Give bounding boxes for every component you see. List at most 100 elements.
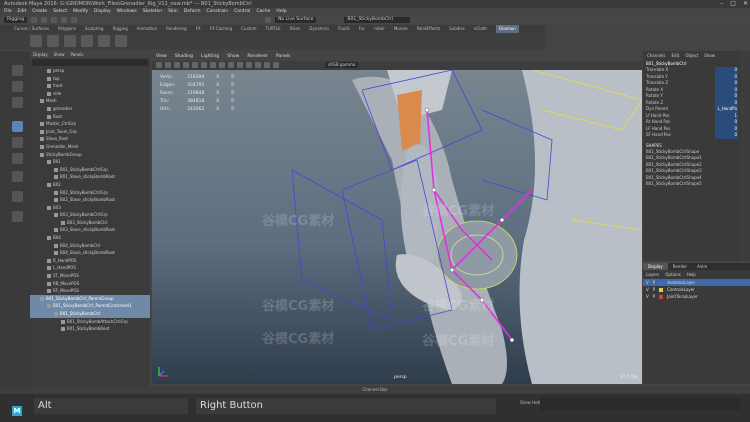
shelf-tool-icon[interactable] (81, 35, 93, 47)
shelf-tab[interactable]: TURTLE (265, 25, 280, 33)
outliner-item[interactable]: B02_Slave_stickyBombRoot (30, 196, 150, 204)
paint-tool-icon[interactable] (12, 97, 23, 108)
menu-skin[interactable]: Skin (168, 8, 178, 16)
live-surface-field[interactable]: No Live Surface (275, 17, 317, 23)
menu-create[interactable]: Create (32, 8, 47, 16)
shelf-tool-icon[interactable] (98, 35, 110, 47)
shape-item[interactable]: B01_StickyBombCtrlShape5 (643, 181, 741, 188)
shelf-tool-icon[interactable] (64, 35, 76, 47)
move-tool-icon[interactable] (12, 121, 23, 132)
new-scene-icon[interactable] (31, 17, 38, 23)
scale-tool-icon[interactable] (12, 153, 23, 164)
object-name-field[interactable]: B01_StickyBombCtrl (344, 17, 411, 23)
layer-color-swatch[interactable] (659, 287, 664, 292)
playback-toggle[interactable]: P (653, 293, 655, 300)
shelf-tab[interactable]: Sculpting (85, 25, 104, 33)
visibility-toggle[interactable]: V (646, 286, 649, 293)
outliner-item[interactable]: B03 (30, 204, 150, 212)
outliner-item[interactable]: Slave_Root (30, 135, 150, 143)
menu-control[interactable]: Control (234, 8, 250, 16)
outliner-item[interactable]: L_HandPOS (30, 264, 150, 272)
visibility-toggle[interactable]: V (646, 293, 649, 300)
outliner-item[interactable]: B01_StickyBombCtrl_ParentConstraint1 (30, 302, 150, 310)
outliner-menu-item[interactable]: Show (54, 51, 65, 58)
outliner-item[interactable]: Mesh (30, 97, 150, 105)
outliner-item[interactable]: side (30, 90, 150, 98)
outliner-item[interactable]: Grenadier_Mesh (30, 143, 150, 151)
outliner-item[interactable]: R_HandPOS (30, 257, 150, 265)
smooth-shade-icon[interactable] (228, 62, 234, 68)
xray-icon[interactable] (264, 62, 270, 68)
menu-display[interactable]: Display (94, 8, 111, 16)
minimize-icon[interactable]: – (720, 0, 723, 8)
shelf-tool-icon[interactable] (115, 35, 127, 47)
layout-four-icon[interactable] (12, 191, 23, 202)
shelf-tab[interactable]: Fur (359, 25, 365, 33)
viewport-menu-item[interactable]: View (156, 53, 167, 61)
outliner-item[interactable]: B04_StickyBombCtrl (30, 242, 150, 250)
outliner-item[interactable]: B01_StickyBombAttachCtrlGrp (30, 318, 150, 326)
outliner-item[interactable]: B04 (30, 234, 150, 242)
outliner-item[interactable]: persp (30, 67, 150, 75)
outliner-item[interactable]: B01_StickyBombRoot (30, 325, 150, 333)
viewport-menu-item[interactable]: Shading (175, 53, 193, 61)
shelf-tool-icon[interactable] (47, 35, 59, 47)
outliner-item[interactable]: B02 (30, 181, 150, 189)
menu-windows[interactable]: Windows (117, 8, 137, 16)
shelf-tab[interactable]: Rendering (166, 25, 186, 33)
layer-menu-item[interactable]: Layers (646, 272, 659, 277)
layer-tab[interactable]: Render (668, 263, 692, 270)
channel-value[interactable]: 0 (715, 132, 738, 139)
save-scene-icon[interactable] (51, 17, 58, 23)
menu-set-dropdown[interactable]: Rigging (4, 17, 28, 23)
resolution-gate-icon[interactable] (210, 62, 216, 68)
command-line-input[interactable] (540, 398, 740, 410)
outliner-item[interactable]: B03_StickyBombCtrl (30, 219, 150, 227)
shelf-tab[interactable]: Animation (137, 25, 157, 33)
layer-color-swatch[interactable] (659, 280, 664, 285)
viewport-menu-item[interactable]: Renderer (247, 53, 268, 61)
outliner-item[interactable]: front (30, 82, 150, 90)
channel-menu-item[interactable]: Edit (672, 53, 680, 58)
menu-file[interactable]: File (4, 8, 12, 16)
outliner-item[interactable]: B01_StickyBombCtrl_ParentGroup (30, 294, 150, 303)
layer-row[interactable]: V PskeletonLayer (643, 279, 750, 286)
playback-toggle[interactable]: P (653, 279, 655, 286)
layer-color-swatch[interactable] (659, 294, 664, 299)
outliner-menu-item[interactable]: Display (33, 51, 48, 58)
outliner-item[interactable]: B04_Slave_stickyBombRoot (30, 249, 150, 257)
viewport-menu-item[interactable]: Show (227, 53, 239, 61)
shadows-icon[interactable] (255, 62, 261, 68)
channel-menu-item[interactable]: Channels (647, 53, 666, 58)
menu-deform[interactable]: Deform (184, 8, 201, 16)
textured-icon[interactable] (237, 62, 243, 68)
isolate-icon[interactable] (273, 62, 279, 68)
menu-constrain[interactable]: Constrain (206, 8, 228, 16)
shelf-tab[interactable]: FX Caching (210, 25, 232, 33)
grid-icon[interactable] (192, 62, 198, 68)
perspective-viewport[interactable]: Verts: 218394 0 0 Edges: 434795 0 0 Faces: 219848… (152, 70, 642, 384)
outliner-item[interactable]: Root (30, 113, 150, 121)
magnet-icon[interactable] (265, 17, 272, 23)
menu-cache[interactable]: Cache (256, 8, 270, 16)
shelf-tab[interactable]: Fluids (338, 25, 350, 33)
layer-tab[interactable]: Anim (692, 263, 712, 270)
shelf-tab[interactable]: nCloth (474, 25, 487, 33)
wireframe-icon[interactable] (219, 62, 225, 68)
layout-single-icon[interactable] (12, 171, 23, 182)
menu-select[interactable]: Select (53, 8, 67, 16)
viewport-menu-item[interactable]: Lighting (201, 53, 219, 61)
close-icon[interactable]: ✕ (743, 0, 748, 8)
camera-icon[interactable] (156, 62, 162, 68)
shelf-tab[interactable]: Polygons (58, 25, 76, 33)
playback-toggle[interactable]: P (653, 286, 655, 293)
viewport-menu-item[interactable]: Panels (276, 53, 290, 61)
channel-menu-item[interactable]: Show (704, 53, 715, 58)
lasso-tool-icon[interactable] (12, 81, 23, 92)
outliner-item[interactable]: B03_Slave_stickyBombRoot (30, 226, 150, 234)
undo-icon[interactable] (61, 17, 68, 23)
outliner-item[interactable]: RB_MovePOS (30, 280, 150, 288)
outliner-search-field[interactable] (32, 59, 148, 66)
shelf-tab[interactable]: PaintEffects (417, 25, 441, 33)
layer-menu-item[interactable]: Options (665, 272, 680, 277)
